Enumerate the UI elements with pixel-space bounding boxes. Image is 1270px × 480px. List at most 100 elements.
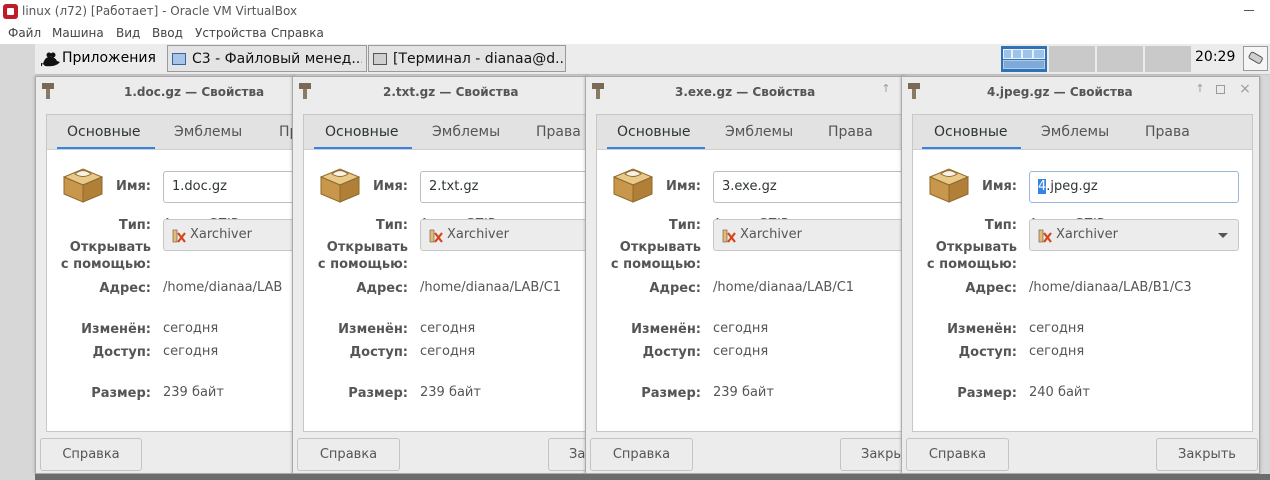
name-label: Имя: <box>665 179 701 194</box>
open-with-combo[interactable]: Xarchiver <box>420 219 587 251</box>
vbox-menubar: Файл Машина Вид Ввод Устройства Справка <box>0 23 1270 44</box>
tab-permissions[interactable]: Права <box>828 115 873 149</box>
archive-package-icon <box>928 168 970 203</box>
modified-value: сегодня <box>713 321 769 336</box>
minimize-icon[interactable] <box>1244 10 1254 11</box>
close-button[interactable]: Закрыть <box>840 438 904 471</box>
menu-help[interactable]: Справка <box>271 26 324 40</box>
open-with-label: Открывать с помощью: <box>610 240 701 272</box>
open-with-value: Xarchiver <box>740 227 802 242</box>
name-input[interactable]: 2.txt.gz <box>420 171 587 203</box>
open-with-combo[interactable]: Xarchiver <box>163 219 294 251</box>
tab-general[interactable]: Основные <box>57 115 155 149</box>
panel-clock[interactable]: 20:29 <box>1195 49 1235 65</box>
applications-menu-label: Приложения <box>62 50 156 66</box>
accessed-value: сегодня <box>163 344 219 359</box>
taskbar-button-file-manager[interactable]: C3 - Файловый менед... <box>167 45 367 72</box>
workspace-2[interactable] <box>1049 46 1095 72</box>
dialog-titlebar: 2.txt.gz — Свойства <box>293 77 587 107</box>
address-value: /home/dianaa/LAB/B1/C3 <box>1029 280 1192 295</box>
accessed-label: Доступ: <box>349 345 408 360</box>
modified-label: Изменён: <box>81 322 151 337</box>
applications-menu-button[interactable]: Приложения <box>35 44 165 74</box>
help-button[interactable]: Справка <box>297 438 400 471</box>
type-label: Тип: <box>118 218 151 233</box>
tab-bar: Основные Эмблемы Права <box>913 115 1252 150</box>
tab-general[interactable]: Основные <box>314 115 412 149</box>
name-rest: .jpeg.gz <box>1046 179 1098 194</box>
modified-label: Изменён: <box>631 322 701 337</box>
xarchiver-icon <box>172 229 186 243</box>
address-label: Адрес: <box>99 281 151 296</box>
open-with-label: Открывать с помощью: <box>926 240 1017 272</box>
tab-general[interactable]: Основные <box>607 115 705 149</box>
menu-machine[interactable]: Машина <box>52 26 104 40</box>
dialog-title: 3.exe.gz — Свойства <box>675 85 816 99</box>
open-with-label: Открывать с помощью: <box>60 240 151 272</box>
modified-value: сегодня <box>163 321 219 336</box>
accessed-label: Доступ: <box>92 345 151 360</box>
help-button[interactable]: Справка <box>906 438 1009 471</box>
taskbar-button-terminal[interactable]: [Терминал - dianaa@d... <box>368 45 566 72</box>
tab-permissions[interactable]: Права <box>536 115 581 149</box>
size-value: 239 байт <box>713 385 774 400</box>
window-thumbnail <box>1022 49 1033 59</box>
dialog-titlebar: 1.doc.gz — Свойства <box>36 77 294 107</box>
type-label: Тип: <box>375 218 408 233</box>
tab-general[interactable]: Основные <box>922 115 1021 149</box>
tab-permissions[interactable]: Права <box>1145 115 1190 149</box>
workspace-4[interactable] <box>1145 46 1191 72</box>
size-label: Размер: <box>957 386 1017 401</box>
address-label: Адрес: <box>356 281 408 296</box>
modified-value: сегодня <box>1029 321 1085 336</box>
name-input[interactable]: 1.doc.gz <box>163 171 294 203</box>
tab-emblems[interactable]: Эмблемы <box>725 115 793 149</box>
workspace-1[interactable] <box>1001 46 1047 72</box>
xfce-panel: Приложения C3 - Файловый менед... [Терми… <box>35 44 1270 75</box>
properties-app-icon <box>42 83 54 99</box>
window-thumbnail <box>1012 49 1022 59</box>
help-button[interactable]: Справка <box>40 438 142 471</box>
accessed-label: Доступ: <box>958 345 1017 360</box>
tab-emblems[interactable]: Эмблемы <box>1041 115 1109 149</box>
help-button[interactable]: Справка <box>590 438 693 471</box>
open-with-value: Xarchiver <box>1056 227 1118 242</box>
close-button[interactable]: Закрыть <box>1156 438 1258 471</box>
folder-icon <box>172 53 186 65</box>
properties-notebook: Основные Эмблемы Права Имя: 1.doc.gz Тип… <box>46 114 294 432</box>
properties-notebook: Основные Эмблемы Права Имя: 3.exe.gz Тип… <box>596 114 904 432</box>
menu-view[interactable]: Вид <box>116 26 140 40</box>
move-up-icon[interactable]: ↑ <box>1194 83 1206 95</box>
address-value: /home/dianaa/LAB/C1 <box>713 280 855 295</box>
open-with-combo[interactable]: Xarchiver <box>1029 219 1239 251</box>
usb-tray-icon[interactable] <box>1243 46 1268 71</box>
name-input[interactable]: 3.exe.gz <box>713 171 904 203</box>
taskbar-label: C3 - Файловый менед... <box>192 51 362 67</box>
menu-input[interactable]: Ввод <box>152 26 183 40</box>
workspace-3[interactable] <box>1097 46 1143 72</box>
name-input[interactable]: 4.jpeg.gz <box>1029 171 1239 203</box>
close-icon[interactable]: × <box>1239 82 1251 96</box>
window-thumbnail <box>1003 49 1012 59</box>
size-label: Размер: <box>348 386 408 401</box>
dialog-title: 1.doc.gz — Свойства <box>124 85 265 99</box>
close-button[interactable]: Закрыть <box>548 438 587 471</box>
address-value: /home/dianaa/LAB <box>163 280 283 295</box>
maximize-arrow-icon[interactable]: ↑ <box>880 83 892 95</box>
maximize-icon[interactable] <box>1216 85 1225 94</box>
dialog-title: 2.txt.gz — Свойства <box>383 85 519 99</box>
xarchiver-icon <box>1038 229 1052 243</box>
open-with-value: Xarchiver <box>190 227 252 242</box>
type-label: Тип: <box>984 218 1017 233</box>
accessed-value: сегодня <box>420 344 476 359</box>
properties-app-icon <box>299 83 311 99</box>
open-with-combo[interactable]: Xarchiver <box>713 219 904 251</box>
tab-emblems[interactable]: Эмблемы <box>432 115 500 149</box>
size-label: Размер: <box>641 386 701 401</box>
menu-devices[interactable]: Устройства <box>195 26 267 40</box>
properties-app-icon <box>908 83 920 99</box>
size-value: 240 байт <box>1029 385 1090 400</box>
tab-emblems[interactable]: Эмблемы <box>174 115 242 149</box>
menu-file[interactable]: Файл <box>8 26 41 40</box>
properties-dialog-4: 4.jpeg.gz — Свойства ↑ × Основные Эмблем… <box>901 76 1260 474</box>
